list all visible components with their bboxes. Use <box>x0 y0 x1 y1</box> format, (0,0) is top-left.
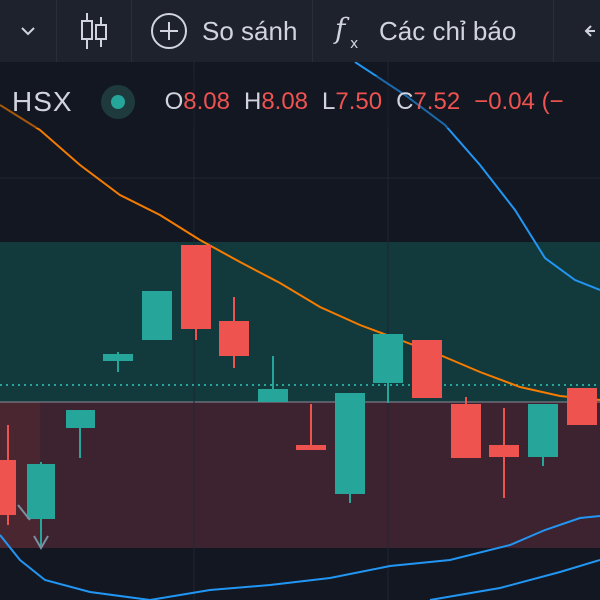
upper-zone <box>0 242 600 402</box>
function-icon: f x <box>333 12 358 52</box>
candle <box>296 445 326 450</box>
svg-text:f: f <box>333 12 350 45</box>
undo-button[interactable] <box>580 0 600 62</box>
toolbar-divider <box>553 0 554 62</box>
ohlc-values: O 8.08 H 8.08 L 7.50 C 7.52 −0.04 (− <box>165 88 564 116</box>
indicators-label: Các chỉ báo <box>379 15 517 46</box>
chart-canvas[interactable] <box>0 62 600 600</box>
candle <box>181 245 211 329</box>
chart-screen: So sánh f x Các chỉ báo HSX O 8.08 H 8.0… <box>0 0 600 600</box>
candle <box>567 388 597 425</box>
candle <box>412 340 442 398</box>
candle <box>373 334 403 383</box>
low-key: L <box>322 88 336 115</box>
candle <box>27 464 55 519</box>
candle <box>0 460 16 515</box>
candle <box>451 404 481 458</box>
symbol-legend: HSX O 8.08 H 8.08 L 7.50 C 7.52 −0.04 (− <box>0 76 600 128</box>
high-value: 8.08 <box>261 88 309 115</box>
top-toolbar: So sánh f x Các chỉ báo <box>0 0 600 62</box>
chart-type-button[interactable] <box>57 0 131 62</box>
svg-text:x: x <box>350 36 358 52</box>
indicators-button[interactable]: f x Các chỉ báo <box>313 0 553 62</box>
candle <box>335 393 365 494</box>
market-status-icon[interactable] <box>100 85 135 119</box>
interval-dropdown[interactable] <box>0 0 56 62</box>
candlestick-icon <box>81 13 107 49</box>
candle <box>489 445 519 457</box>
candle <box>142 291 172 340</box>
candle <box>219 321 249 356</box>
status-dot <box>110 95 125 109</box>
symbol-name: HSX <box>12 86 73 117</box>
chart-svg <box>0 62 600 600</box>
legend-box[interactable]: HSX O 8.08 H 8.08 L 7.50 C 7.52 −0.04 (− <box>0 76 564 128</box>
open-key: O <box>164 88 184 115</box>
open-value: 8.08 <box>183 88 230 115</box>
close-value: 7.52 <box>413 88 461 115</box>
arrow-left-icon <box>584 25 595 37</box>
bollinger-lower-line-2 <box>429 559 600 600</box>
plus-circle-icon <box>151 13 187 49</box>
high-key: H <box>243 88 262 115</box>
close-key: C <box>396 88 414 115</box>
candle <box>103 354 133 361</box>
candle <box>528 404 558 457</box>
candle <box>66 410 95 428</box>
compare-label: So sánh <box>202 15 298 46</box>
candle <box>258 389 288 402</box>
change-value: −0.04 (− <box>474 88 564 115</box>
low-value: 7.50 <box>335 88 383 115</box>
chevron-down-icon <box>21 27 35 36</box>
compare-button[interactable]: So sánh <box>132 0 312 62</box>
